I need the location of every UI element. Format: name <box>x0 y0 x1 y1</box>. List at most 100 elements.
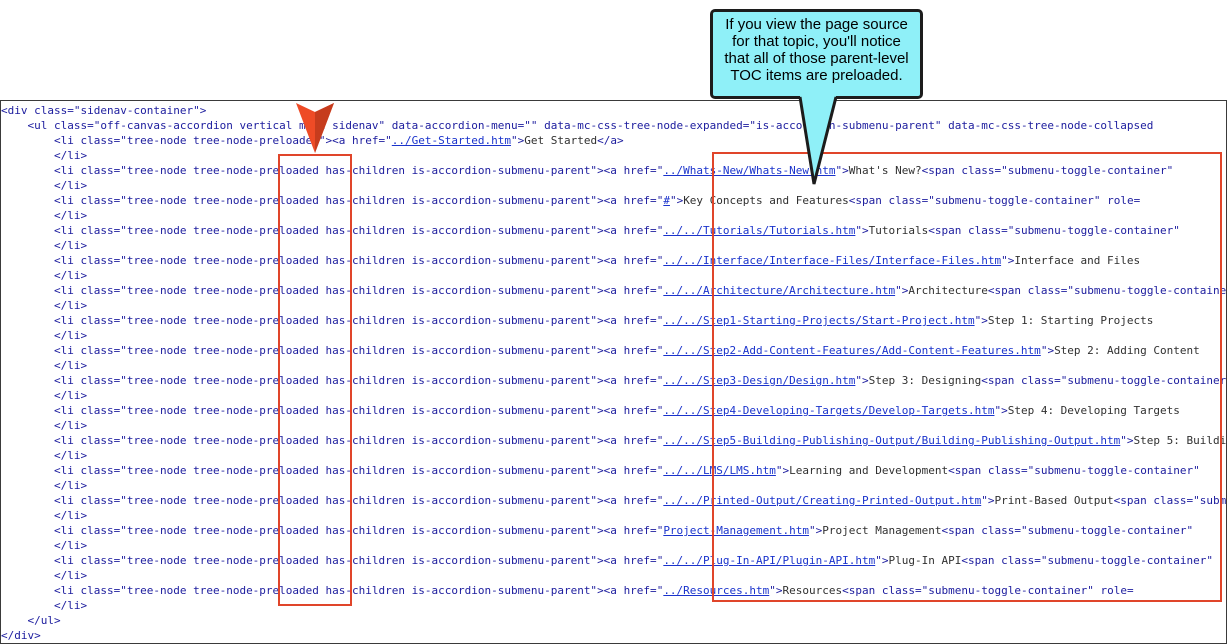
code-token: "tree-node tree-node-preloaded has-child… <box>120 434 598 447</box>
code-token: <li <box>53 434 81 447</box>
code-token: "tree-node tree-node-preloaded has-child… <box>120 464 598 477</box>
code-token: href= <box>623 344 657 357</box>
code-token: class= <box>80 284 121 297</box>
code-token: </li> <box>53 209 88 222</box>
code-token: <li <box>53 194 81 207</box>
code-token: <li <box>53 584 81 597</box>
callout-line: If you view the page source <box>725 16 908 33</box>
code-token: ><a <box>597 404 624 417</box>
code-token: class= <box>80 374 121 387</box>
code-token: ><a <box>597 494 624 507</box>
code-token: "tree-node tree-node-preloaded has-child… <box>120 164 598 177</box>
code-token: ><a <box>597 314 624 327</box>
code-token: class= <box>80 254 121 267</box>
code-line: </li> <box>1 208 87 223</box>
code-token: href= <box>623 434 657 447</box>
code-token: href= <box>623 314 657 327</box>
code-token: <li <box>53 554 81 567</box>
code-token: "tree-node tree-node-preloaded has-child… <box>120 404 598 417</box>
code-token: "tree-node tree-node-preloaded" <box>120 134 326 147</box>
code-line: </li> <box>1 238 87 253</box>
code-token: <li <box>53 314 81 327</box>
href-link[interactable]: ../Get-Started.htm <box>392 134 511 147</box>
code-token: class= <box>80 314 121 327</box>
code-token: </ul> <box>27 614 61 627</box>
code-token: class= <box>80 134 121 147</box>
code-token: class= <box>80 224 121 237</box>
code-token: "tree-node tree-node-preloaded has-child… <box>120 194 598 207</box>
code-line: </li> <box>1 448 87 463</box>
callout-pointer <box>798 96 838 185</box>
code-token: </a> <box>597 134 624 147</box>
code-token: href= <box>623 164 657 177</box>
code-line: </li> <box>1 178 87 193</box>
code-line: </li> <box>1 418 87 433</box>
code-token: ><a <box>597 284 624 297</box>
code-token: class= <box>80 554 121 567</box>
code-token: <li <box>53 164 81 177</box>
code-token: ><a <box>597 524 624 537</box>
code-token: class= <box>34 104 74 117</box>
code-line: </li> <box>1 568 87 583</box>
code-token: <div <box>1 104 35 117</box>
code-token: "tree-node tree-node-preloaded has-child… <box>120 584 598 597</box>
code-line: </li> <box>1 388 87 403</box>
code-token: href= <box>623 404 657 417</box>
code-token: "tree-node tree-node-preloaded has-child… <box>120 254 598 267</box>
code-token: "sidenav-container" <box>73 104 200 117</box>
code-token: "tree-node tree-node-preloaded has-child… <box>120 524 598 537</box>
code-token: <li <box>53 134 81 147</box>
code-token: <li <box>53 374 81 387</box>
code-token: </li> <box>53 179 88 192</box>
code-token: "is-accordion-submenu-parent" <box>749 119 942 132</box>
code-token: </li> <box>53 269 88 282</box>
code-token: href= <box>352 134 386 147</box>
code-token: </div> <box>1 629 41 642</box>
code-token: class= <box>80 404 121 417</box>
code-token: Get Started <box>524 134 598 147</box>
code-token: class= <box>80 194 121 207</box>
code-token: ><a <box>597 584 624 597</box>
code-token: ><a <box>597 224 624 237</box>
callout-box: If you view the page source for that top… <box>710 9 923 99</box>
code-line: </li> <box>1 328 87 343</box>
code-token: </li> <box>53 299 88 312</box>
code-token: href= <box>623 554 657 567</box>
code-token: data-accordion-menu= <box>385 119 525 132</box>
code-token: </li> <box>53 329 88 342</box>
code-token: </li> <box>53 449 88 462</box>
code-token: ><a <box>597 194 624 207</box>
code-line: </li> <box>1 148 87 163</box>
code-token: > <box>199 104 207 117</box>
code-token: href= <box>623 194 657 207</box>
code-token: data-mc-css-tree-node-collapsed <box>941 119 1154 132</box>
code-line: </li> <box>1 268 87 283</box>
code-token: </li> <box>53 569 88 582</box>
code-token: data-mc-css-tree-node-expanded= <box>537 119 750 132</box>
code-token: ><a <box>597 434 624 447</box>
code-token: ><a <box>597 344 624 357</box>
code-token: href= <box>623 224 657 237</box>
code-token: href= <box>623 374 657 387</box>
code-token: class= <box>54 119 94 132</box>
href-link[interactable]: # <box>663 194 670 207</box>
code-token: </li> <box>53 509 88 522</box>
code-token: href= <box>623 494 657 507</box>
code-token: <li <box>53 254 81 267</box>
code-token: "tree-node tree-node-preloaded has-child… <box>120 224 598 237</box>
